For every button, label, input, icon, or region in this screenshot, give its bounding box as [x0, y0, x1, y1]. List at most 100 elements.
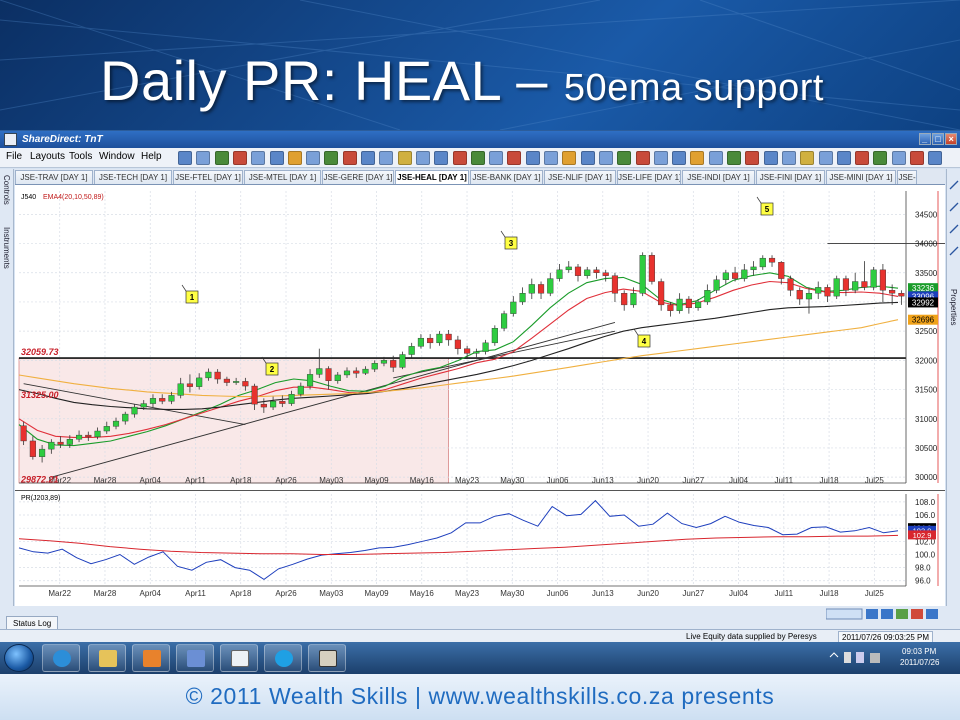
chart-tab[interactable]: JSE-: [897, 170, 917, 184]
toolbar-tool-icon[interactable]: [525, 151, 540, 165]
menu-window[interactable]: Window: [99, 151, 135, 162]
chart-tab[interactable]: JSE-FTEL [DAY 1]: [173, 170, 243, 184]
chart-tab[interactable]: JSE-BANK [DAY 1]: [470, 170, 543, 184]
properties-panel-toggle[interactable]: Properties: [949, 289, 958, 325]
controls-panel-toggle[interactable]: Controls: [2, 175, 11, 205]
drawing-tools-icons[interactable]: [947, 169, 960, 289]
menu-file[interactable]: File: [6, 151, 22, 162]
chart-tab[interactable]: JSE-HEAL [DAY 1]: [395, 170, 469, 184]
tray-icons[interactable]: [822, 644, 892, 672]
taskbar-skype[interactable]: [264, 644, 302, 672]
chart-tab[interactable]: JSE-GERE [DAY 1]: [322, 170, 394, 184]
chart-tab[interactable]: JSE-MTEL [DAY 1]: [244, 170, 321, 184]
bull-candle: [233, 381, 240, 383]
toolbar-tool-icon[interactable]: [507, 151, 522, 165]
chart-area[interactable]: Mar22 Mar28 Apr04 Apr11 Apr18 Apr26 May03 May09…: [15, 185, 945, 606]
toolbar-tool-icon[interactable]: [708, 151, 723, 165]
toolbar-tool-icon[interactable]: [269, 151, 284, 165]
toolbar-tool-icon[interactable]: [580, 151, 595, 165]
toolbar-tool-icon[interactable]: [452, 151, 467, 165]
x-tick-label: Jun06: [547, 476, 569, 485]
price-tag: 32992: [908, 297, 938, 308]
toolbar-tool-icon[interactable]: [397, 151, 412, 165]
menu-help[interactable]: Help: [141, 151, 162, 162]
chart-tab[interactable]: JSE-TRAV [DAY 1]: [15, 170, 93, 184]
candlestick: [648, 252, 655, 285]
footer-text: © 2011 Wealth Skills | www.wealthskills.…: [185, 683, 775, 709]
app-icon: [4, 133, 17, 146]
chart-tab[interactable]: JSE-TECH [DAY 1]: [94, 170, 172, 184]
taskbar-paint[interactable]: [176, 644, 214, 672]
status-log-tab[interactable]: Status Log: [6, 616, 59, 630]
chart-tab[interactable]: JSE-NLIF [DAY 1]: [544, 170, 616, 184]
toolbar-tool-icon[interactable]: [232, 151, 247, 165]
toolbar-tool-icon[interactable]: [855, 151, 870, 165]
taskbar-file-explorer[interactable]: [88, 644, 126, 672]
toolbar-tool-icon[interactable]: [690, 151, 705, 165]
chart-tab[interactable]: JSE-MINI [DAY 1]: [826, 170, 896, 184]
toolbar-tool-icon[interactable]: [873, 151, 888, 165]
toolbar-tool-icon[interactable]: [178, 151, 192, 165]
indicator-x-tick-label: Jun27: [682, 589, 704, 598]
minimize-button[interactable]: _: [919, 133, 931, 145]
toolbar-tool-icon[interactable]: [342, 151, 357, 165]
toolbar-tool-icon[interactable]: [617, 151, 632, 165]
toolbar-tool-icon[interactable]: [361, 151, 375, 165]
taskbar-tnt[interactable]: [308, 644, 346, 672]
bear-candle: [621, 292, 628, 306]
bear-candle: [879, 269, 886, 291]
toolbar-tool-icon[interactable]: [598, 151, 613, 165]
toolbar-tool-icon[interactable]: [727, 151, 741, 165]
toolbar-tool-icon[interactable]: [800, 151, 815, 165]
bull-candle: [695, 301, 702, 308]
toolbar-tool-icon[interactable]: [306, 151, 321, 165]
toolbar-tool-icon[interactable]: [324, 151, 339, 165]
toolbar-tool-icon[interactable]: [379, 151, 394, 165]
toolbar-tool-icon[interactable]: [891, 151, 906, 165]
toolbar-tool-icon[interactable]: [818, 151, 833, 165]
chart-tab[interactable]: JSE-FINI [DAY 1]: [756, 170, 825, 184]
menu-tools[interactable]: Tools: [69, 151, 92, 162]
menu-layouts[interactable]: Layouts: [30, 151, 65, 162]
window-titlebar[interactable]: ShareDirect: TnT _ □ ×: [0, 131, 960, 148]
chart-tab[interactable]: JSE-LIFE [DAY 1]: [617, 170, 681, 184]
bull-candle: [630, 292, 637, 306]
toolbar-tool-icon[interactable]: [928, 151, 943, 165]
chart-tab[interactable]: JSE-INDI [DAY 1]: [682, 170, 755, 184]
toolbar-tool-icon[interactable]: [214, 151, 229, 165]
price-chart[interactable]: Mar22 Mar28 Apr04 Apr11 Apr18 Apr26 May03 May09…: [15, 185, 945, 490]
instruments-panel-toggle[interactable]: Instruments: [2, 227, 11, 269]
toolbar-tool-icon[interactable]: [196, 151, 211, 165]
clock-date[interactable]: 2011/07/26: [900, 658, 939, 667]
bull-candle: [436, 333, 443, 344]
maximize-button[interactable]: □: [932, 133, 944, 145]
toolbar-tool-icon[interactable]: [434, 151, 449, 165]
statusbar: Status Log Live Equity data supplied by …: [0, 606, 960, 644]
toolbar-tool-icon[interactable]: [763, 151, 778, 165]
toolbar-tool-icon[interactable]: [251, 151, 266, 165]
toolbar-tool-icon[interactable]: [836, 151, 851, 165]
taskbar-internet-explorer[interactable]: [42, 644, 80, 672]
toolbar-tool-icon[interactable]: [470, 151, 485, 165]
close-button[interactable]: ×: [945, 133, 957, 145]
x-tick-label: Apr18: [230, 476, 252, 485]
toolbar-tool-icon[interactable]: [672, 151, 687, 165]
toolbar-tool-icon[interactable]: [745, 151, 760, 165]
bear-candle: [464, 348, 471, 354]
toolbar-tool-icon[interactable]: [635, 151, 650, 165]
toolbar-tool-icon[interactable]: [781, 151, 796, 165]
chart-nav-buttons[interactable]: [826, 608, 946, 620]
toolbar-tool-icon[interactable]: [415, 151, 430, 165]
bull-candle: [343, 370, 351, 376]
toolbar-tool-icon[interactable]: [489, 151, 504, 165]
toolbar-tool-icon[interactable]: [910, 151, 924, 165]
relative-strength-chart[interactable]: 96.098.0100.0102.0104.0106.0108.0Mar22Ma…: [15, 490, 945, 606]
toolbar-tool-icon[interactable]: [653, 151, 668, 165]
start-button[interactable]: [4, 644, 34, 672]
taskbar-media-player[interactable]: [132, 644, 170, 672]
toolbar-tool-icon[interactable]: [562, 151, 577, 165]
clock-time[interactable]: 09:03 PM: [902, 647, 936, 656]
toolbar-tool-icon[interactable]: [287, 151, 302, 165]
taskbar-pdf[interactable]: [220, 644, 258, 672]
toolbar-tool-icon[interactable]: [544, 151, 558, 165]
